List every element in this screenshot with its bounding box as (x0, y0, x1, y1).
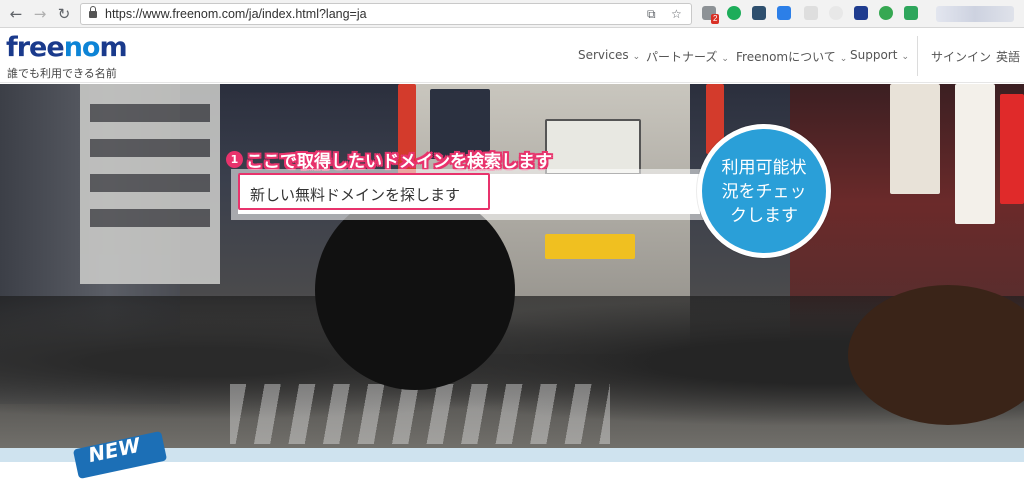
vertical-sign (955, 84, 995, 224)
dropbox-icon[interactable] (777, 6, 791, 20)
logo-text-start: free (6, 32, 65, 63)
nav-partners-label: パートナーズ (646, 50, 718, 64)
annotation-number: 1 (226, 150, 243, 168)
crosswalk (230, 384, 610, 444)
annotation-highlight-box (238, 173, 490, 210)
extension-icon-2[interactable] (727, 6, 741, 20)
extension-icon-7[interactable] (854, 6, 868, 20)
building-left-facade (80, 84, 220, 284)
extension-icon-9[interactable] (904, 6, 918, 20)
nav-services[interactable]: Services ⌄ (578, 48, 640, 62)
check-label-line-3: クします (730, 206, 798, 226)
evernote-icon[interactable] (879, 6, 893, 20)
check-label-line-1: 利用可能状 (721, 158, 807, 178)
address-bar[interactable]: https://www.freenom.com/ja/index.html?la… (80, 3, 692, 25)
nav-partners[interactable]: パートナーズ ⌄ (646, 48, 729, 65)
logo-text-end: m (99, 32, 127, 63)
nav-support[interactable]: Support ⌄ (850, 48, 909, 62)
nav-services-label: Services (578, 48, 629, 62)
extension-badge: 2 (711, 14, 720, 24)
nav-language[interactable]: 英語 (996, 48, 1020, 65)
annotation-text: ここで取得したいドメインを検索します (246, 151, 552, 172)
logo-text-middle: no (63, 32, 101, 63)
nav-support-label: Support (850, 48, 898, 62)
check-availability-label: 利用可能状 況をチェッ クします (706, 156, 822, 228)
nav-divider (917, 36, 918, 76)
nav-about-label: Freenomについて (736, 50, 836, 64)
extension-icon-5[interactable] (804, 6, 818, 20)
check-label-line-2: 況をチェッ (721, 182, 807, 202)
nav-signin[interactable]: サインイン (931, 48, 991, 65)
extension-icon-3[interactable] (752, 6, 766, 20)
url-text[interactable]: https://www.freenom.com/ja/index.html?la… (105, 7, 367, 21)
chevron-down-icon: ⌄ (901, 52, 909, 62)
vertical-sign (1000, 94, 1024, 204)
site-header: freenom 誰でも利用できる名前 Services ⌄ パートナーズ ⌄ Fre… (0, 28, 1024, 83)
billboard (545, 119, 641, 175)
reload-icon[interactable]: ↻ (54, 4, 74, 24)
back-icon[interactable]: ← (6, 4, 26, 24)
vertical-sign (890, 84, 940, 194)
chevron-down-icon: ⌄ (632, 52, 641, 62)
chevron-down-icon: ⌄ (721, 54, 729, 64)
extension-icon-6[interactable] (829, 6, 843, 20)
chevron-down-icon: ⌄ (839, 54, 848, 64)
star-icon[interactable]: ☆ (671, 7, 682, 21)
forward-icon[interactable]: → (30, 4, 50, 24)
shop-sign (545, 234, 635, 259)
freenom-logo[interactable]: freenom (6, 32, 128, 63)
tagline: 誰でも利用できる名前 (7, 67, 117, 80)
nav-about[interactable]: Freenomについて ⌄ (736, 48, 847, 65)
lock-icon (89, 6, 97, 18)
person-head-foreground (315, 190, 515, 390)
translate-icon[interactable]: ⧉ (647, 7, 656, 22)
browser-toolbar: ← → ↻ https://www.freenom.com/ja/index.h… (0, 0, 1024, 28)
profile-avatar[interactable] (936, 6, 1014, 22)
